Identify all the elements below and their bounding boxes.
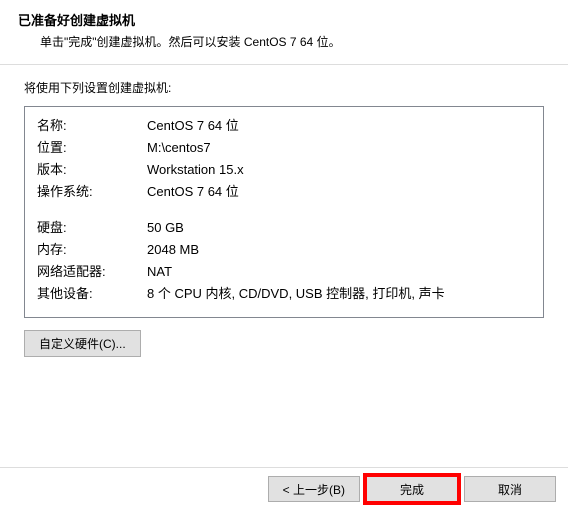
row-disk: 硬盘: 50 GB [37, 217, 531, 239]
value-version: Workstation 15.x [147, 159, 244, 181]
value-location: M:\centos7 [147, 137, 211, 159]
finish-button[interactable]: 完成 [366, 476, 458, 502]
cancel-button[interactable]: 取消 [464, 476, 556, 502]
wizard-header: 已准备好创建虚拟机 单击"完成"创建虚拟机。然后可以安装 CentOS 7 64… [0, 0, 568, 64]
row-name: 名称: CentOS 7 64 位 [37, 115, 531, 137]
page-subtitle: 单击"完成"创建虚拟机。然后可以安装 CentOS 7 64 位。 [18, 33, 550, 50]
value-disk: 50 GB [147, 217, 184, 239]
row-os: 操作系统: CentOS 7 64 位 [37, 181, 531, 203]
label-disk: 硬盘: [37, 217, 147, 239]
label-os: 操作系统: [37, 181, 147, 203]
row-version: 版本: Workstation 15.x [37, 159, 531, 181]
wizard-footer: < 上一步(B) 完成 取消 [0, 467, 568, 512]
page-title: 已准备好创建虚拟机 [18, 10, 550, 29]
intro-text: 将使用下列设置创建虚拟机: [24, 79, 544, 96]
row-location: 位置: M:\centos7 [37, 137, 531, 159]
content-area: 将使用下列设置创建虚拟机: 名称: CentOS 7 64 位 位置: M:\c… [0, 65, 568, 367]
label-version: 版本: [37, 159, 147, 181]
value-network: NAT [147, 261, 172, 283]
value-other: 8 个 CPU 内核, CD/DVD, USB 控制器, 打印机, 声卡 [147, 283, 445, 305]
summary-box: 名称: CentOS 7 64 位 位置: M:\centos7 版本: Wor… [24, 106, 544, 318]
customize-hardware-button[interactable]: 自定义硬件(C)... [24, 330, 141, 357]
value-name: CentOS 7 64 位 [147, 115, 239, 137]
label-network: 网络适配器: [37, 261, 147, 283]
label-name: 名称: [37, 115, 147, 137]
label-other: 其他设备: [37, 283, 147, 305]
value-memory: 2048 MB [147, 239, 199, 261]
row-memory: 内存: 2048 MB [37, 239, 531, 261]
row-network: 网络适配器: NAT [37, 261, 531, 283]
label-memory: 内存: [37, 239, 147, 261]
row-other: 其他设备: 8 个 CPU 内核, CD/DVD, USB 控制器, 打印机, … [37, 283, 531, 305]
label-location: 位置: [37, 137, 147, 159]
value-os: CentOS 7 64 位 [147, 181, 239, 203]
back-button[interactable]: < 上一步(B) [268, 476, 360, 502]
